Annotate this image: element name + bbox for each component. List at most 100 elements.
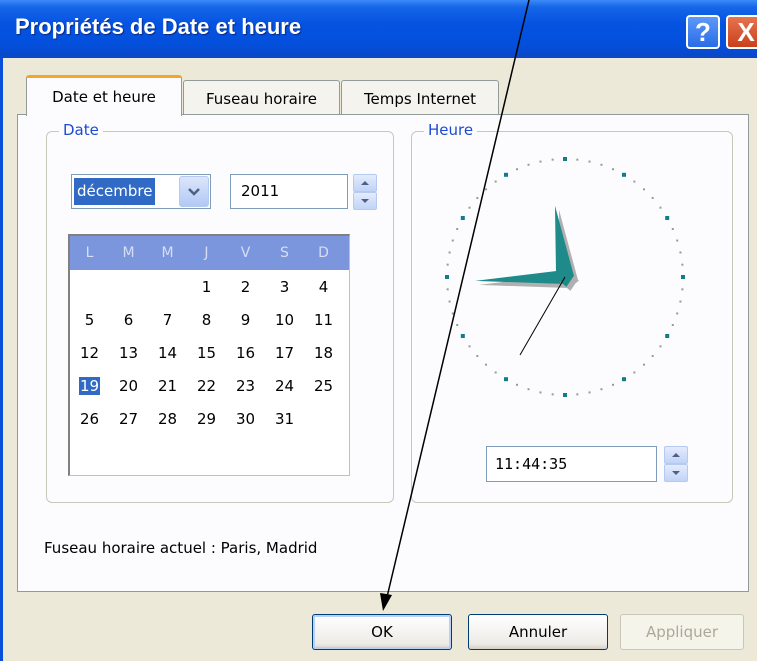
window-title: Propriétés de Date et heure [15, 14, 302, 39]
ok-button[interactable]: OK [312, 614, 452, 650]
minute-mark [676, 239, 679, 242]
time-field[interactable]: 11:44:35 [486, 446, 657, 482]
calendar-day[interactable]: 7 [148, 303, 187, 336]
day-number: 3 [279, 277, 290, 296]
weekday-header: V [240, 245, 251, 261]
hour-mark [563, 393, 567, 397]
calendar-day[interactable]: 1 [187, 270, 226, 303]
calendar-day[interactable]: 21 [148, 369, 187, 402]
minute-mark [476, 354, 479, 357]
month-calendar[interactable]: LMMJVSD 1 2 3 4 5 6 7 8 9 10 11 12 13 14 15 16 17 18 19 20 2… [68, 234, 350, 476]
time-group: Heure 11:44:35 [411, 121, 733, 503]
tab-fuseau-horaire[interactable]: Fuseau horaire [183, 80, 340, 116]
hour-mark [681, 275, 685, 279]
minute-mark [451, 312, 454, 315]
day-number: 30 [235, 409, 256, 428]
hour-mark [460, 334, 465, 338]
minute-mark [527, 163, 530, 166]
tab-label: Date et heure [52, 88, 156, 106]
calendar-day[interactable]: 30 [226, 402, 265, 435]
month-dropdown-button[interactable] [179, 176, 209, 207]
day-number: 1 [201, 277, 212, 296]
year-down-button[interactable] [353, 192, 377, 210]
day-number: 15 [196, 343, 217, 362]
calendar-day[interactable]: 23 [226, 369, 265, 402]
day-number: 10 [274, 310, 295, 329]
time-up-button[interactable] [664, 446, 688, 464]
calendar-day[interactable]: 22 [187, 369, 226, 402]
calendar-day[interactable]: 3 [265, 270, 304, 303]
minute-mark [448, 251, 451, 254]
calendar-day[interactable]: 6 [109, 303, 148, 336]
year-field[interactable]: 2011 [230, 174, 348, 209]
hour-mark [665, 334, 670, 338]
minute-mark [651, 197, 654, 200]
day-number: 4 [318, 277, 329, 296]
calendar-day[interactable]: 8 [187, 303, 226, 336]
calendar-days: 1 2 3 4 5 6 7 8 9 10 11 12 13 14 15 16 17 18 19 20 21 22 23 24 2… [70, 270, 349, 435]
tab-panel: Date décembre 2011 LMMJVSD 1 2 3 4 5 6 7 8 9 10 11… [17, 114, 749, 592]
tab-date-et-heure[interactable]: Date et heure [26, 75, 182, 116]
calendar-day[interactable]: 26 [70, 402, 109, 435]
day-number: 22 [196, 376, 217, 395]
minute-mark [468, 345, 471, 348]
day-number: 6 [123, 310, 134, 329]
calendar-day[interactable]: 18 [304, 336, 343, 369]
weekday-header: S [280, 245, 289, 261]
calendar-day[interactable]: 15 [187, 336, 226, 369]
arrow-up-icon [672, 453, 680, 457]
day-number: 9 [240, 310, 251, 329]
calendar-day[interactable]: 13 [109, 336, 148, 369]
calendar-day[interactable]: 25 [304, 369, 343, 402]
apply-button[interactable]: Appliquer [620, 614, 744, 650]
arrow-down-icon [361, 199, 369, 203]
minute-mark [494, 180, 497, 183]
day-number: 17 [274, 343, 295, 362]
minute-mark [588, 160, 591, 163]
year-up-button[interactable] [353, 174, 377, 192]
close-button[interactable]: X [726, 15, 757, 49]
calendar-empty-cell [70, 270, 109, 303]
calendar-day[interactable]: 12 [70, 336, 109, 369]
calendar-day[interactable]: 14 [148, 336, 187, 369]
help-button[interactable]: ? [686, 15, 720, 49]
calendar-day[interactable]: 29 [187, 402, 226, 435]
calendar-day[interactable]: 31 [265, 402, 304, 435]
calendar-day[interactable]: 28 [148, 402, 187, 435]
calendar-day[interactable]: 10 [265, 303, 304, 336]
day-number: 25 [313, 376, 334, 395]
tab-temps-internet[interactable]: Temps Internet [341, 80, 499, 116]
month-value: décembre [74, 178, 156, 205]
time-spinner[interactable] [664, 446, 688, 482]
month-dropdown[interactable]: décembre [71, 174, 211, 209]
minute-mark [600, 388, 603, 391]
title-bar[interactable]: Propriétés de Date et heure ? X [0, 0, 757, 58]
time-down-button[interactable] [664, 464, 688, 482]
minute-mark [679, 251, 682, 254]
year-spinner[interactable] [353, 174, 377, 210]
calendar-day[interactable]: 20 [109, 369, 148, 402]
minute-mark [551, 393, 554, 396]
minute-mark [600, 163, 603, 166]
minute-mark [485, 188, 488, 191]
arrow-down-icon [672, 471, 680, 475]
minute-mark [611, 383, 614, 386]
weekday-header: J [204, 245, 209, 261]
day-number: 29 [196, 409, 217, 428]
day-number: 8 [201, 310, 212, 329]
calendar-day[interactable]: 2 [226, 270, 265, 303]
calendar-day[interactable]: 11 [304, 303, 343, 336]
calendar-day[interactable]: 24 [265, 369, 304, 402]
day-number: 27 [118, 409, 139, 428]
calendar-day[interactable]: 9 [226, 303, 265, 336]
date-group-label: Date [59, 121, 103, 139]
cancel-button[interactable]: Annuler [468, 614, 608, 650]
minute-mark [494, 371, 497, 374]
calendar-day[interactable]: 17 [265, 336, 304, 369]
calendar-day[interactable]: 5 [70, 303, 109, 336]
calendar-day[interactable]: 4 [304, 270, 343, 303]
calendar-day[interactable]: 27 [109, 402, 148, 435]
hour-mark [460, 216, 465, 220]
calendar-day[interactable]: 16 [226, 336, 265, 369]
calendar-day[interactable]: 19 [70, 369, 109, 402]
